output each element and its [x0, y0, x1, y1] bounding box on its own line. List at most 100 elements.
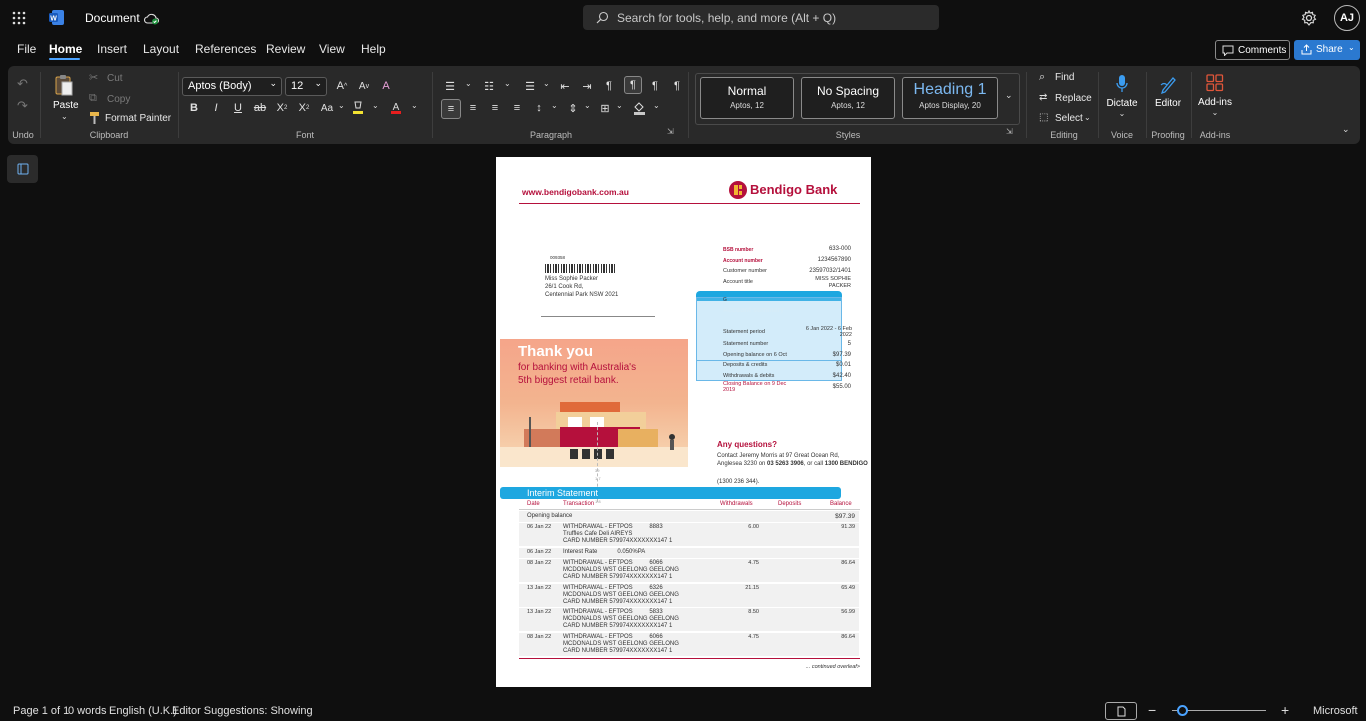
show-marks-icon[interactable]: ¶: [668, 77, 686, 95]
chevron-down-icon[interactable]: ⌄: [338, 101, 345, 110]
borders-icon[interactable]: ⊞: [596, 99, 614, 117]
rtl-icon[interactable]: ¶: [624, 76, 642, 94]
add-ins-label: Add-ins: [1198, 97, 1232, 108]
redo-icon[interactable]: ↷: [17, 98, 28, 114]
promo-banner: Thank you for banking with Australia's 5…: [500, 339, 688, 467]
chevron-down-icon[interactable]: ⌄: [616, 101, 623, 110]
replace-label[interactable]: Replace: [1055, 93, 1092, 104]
bold-icon[interactable]: B: [185, 99, 203, 117]
paste-button[interactable]: Paste ⌄: [48, 72, 80, 128]
chevron-down-icon[interactable]: ⌄: [504, 79, 511, 88]
increase-indent-icon[interactable]: ⇥: [578, 77, 596, 95]
style-no-spacing[interactable]: No Spacing Aptos, 12: [801, 77, 895, 119]
dialog-launcher-icon[interactable]: ⇲: [667, 127, 674, 136]
menu-references[interactable]: References: [195, 42, 256, 56]
menu-insert[interactable]: Insert: [97, 42, 127, 56]
comments-button[interactable]: Comments: [1215, 40, 1290, 60]
change-case-icon[interactable]: Aa: [318, 99, 336, 117]
line-spacing-icon[interactable]: ↕: [530, 99, 548, 117]
chevron-down-icon[interactable]: ⌄: [653, 101, 660, 110]
copy-label[interactable]: Copy: [107, 94, 130, 105]
document-page[interactable]: www.bendigobank.com.au Bendigo Bank 0093…: [496, 157, 871, 687]
shrink-font-icon[interactable]: Av: [355, 77, 373, 95]
align-left-icon[interactable]: ≡: [441, 99, 461, 119]
highlight-icon[interactable]: [349, 99, 367, 117]
withdrawals-label: Withdrawals & debits: [723, 373, 775, 379]
clear-formatting-icon[interactable]: A: [377, 77, 395, 95]
numbering-icon[interactable]: ☷: [480, 77, 498, 95]
italic-icon[interactable]: I: [207, 99, 225, 117]
user-avatar[interactable]: AJ: [1334, 5, 1360, 31]
app-launcher-icon[interactable]: [11, 10, 27, 26]
strikethrough-icon[interactable]: ab: [251, 99, 269, 117]
underline-icon[interactable]: U: [229, 99, 247, 117]
chevron-down-icon[interactable]: ⌄: [551, 101, 558, 110]
document-title[interactable]: Document: [85, 11, 140, 25]
paragraph-spacing-icon[interactable]: ⇕: [564, 99, 582, 117]
undo-icon[interactable]: ↶: [17, 76, 28, 92]
col-date: Date: [527, 501, 540, 507]
menu-file[interactable]: File: [17, 42, 36, 56]
format-painter-icon[interactable]: [89, 112, 100, 127]
justify-icon[interactable]: ≡: [508, 99, 526, 117]
copy-icon[interactable]: ⧉: [89, 92, 97, 105]
sort-icon[interactable]: ¶: [646, 77, 664, 95]
zoom-label[interactable]: Microsoft: [1313, 705, 1358, 717]
zoom-slider-thumb[interactable]: [1177, 705, 1188, 716]
decrease-indent-icon[interactable]: ⇤: [556, 77, 574, 95]
chevron-down-icon[interactable]: ⌄: [372, 101, 379, 110]
share-button[interactable]: Share ⌄: [1294, 40, 1360, 60]
align-right-icon[interactable]: ≡: [486, 99, 504, 117]
navigation-pane-button[interactable]: [7, 155, 38, 183]
settings-gear-icon[interactable]: [1300, 9, 1318, 27]
ribbon-collapse-icon[interactable]: ⌄: [1342, 124, 1350, 135]
chevron-down-icon[interactable]: ⌄: [465, 79, 472, 88]
separator: [1098, 72, 1099, 138]
chevron-down-icon[interactable]: ⌄: [411, 101, 418, 110]
format-painter-label[interactable]: Format Painter: [105, 113, 171, 124]
bullets-icon[interactable]: ☰: [441, 77, 459, 95]
ltr-icon[interactable]: ¶: [600, 77, 618, 95]
menu-view[interactable]: View: [319, 42, 345, 56]
menu-layout[interactable]: Layout: [143, 42, 179, 56]
subscript-icon[interactable]: X2: [273, 99, 291, 117]
editor-suggestions[interactable]: Editor Suggestions: Showing: [172, 705, 313, 717]
zoom-in-icon[interactable]: +: [1281, 702, 1289, 718]
print-layout-button[interactable]: [1105, 702, 1137, 720]
dialog-launcher-icon[interactable]: ⇲: [1006, 127, 1013, 136]
grow-font-icon[interactable]: A ^: [333, 77, 351, 95]
add-ins-button[interactable]: Add-ins ⌄: [1195, 72, 1235, 126]
menu-help[interactable]: Help: [361, 42, 386, 56]
font-size-dropdown[interactable]: 12 ⌄: [285, 77, 327, 96]
chevron-down-icon[interactable]: ⌄: [584, 101, 591, 110]
cut-label[interactable]: Cut: [107, 73, 123, 84]
multilevel-list-icon[interactable]: ☰: [521, 77, 539, 95]
language[interactable]: English (U.K.): [109, 705, 177, 717]
closing-balance-label: Closing Balance on 9 Dec 2019: [723, 381, 787, 393]
chevron-down-icon[interactable]: ⌄: [543, 79, 550, 88]
cut-icon[interactable]: ✂: [89, 71, 98, 84]
chevron-down-icon: ⌄: [269, 78, 277, 88]
styles-more-icon[interactable]: ⌄: [1005, 90, 1013, 101]
superscript-icon[interactable]: X2: [295, 99, 313, 117]
dictate-button[interactable]: Dictate ⌄: [1102, 72, 1142, 126]
shading-icon[interactable]: [630, 99, 648, 117]
select-icon[interactable]: ⬚: [1039, 112, 1048, 123]
word-count[interactable]: 0 words: [68, 705, 107, 717]
menu-review[interactable]: Review: [266, 42, 305, 56]
replace-icon[interactable]: ⇄: [1039, 92, 1047, 103]
row-transaction-line: CARD NUMBER 579974XXXXXXX147 1: [563, 647, 673, 654]
align-center-icon[interactable]: ≡: [464, 99, 482, 117]
style-normal[interactable]: Normal Aptos, 12: [700, 77, 794, 119]
page-count[interactable]: Page 1 of 1: [13, 705, 69, 717]
font-color-icon[interactable]: A: [387, 99, 405, 117]
style-heading-1[interactable]: Heading 1 Aptos Display, 20: [902, 77, 998, 119]
search-box[interactable]: Search for tools, help, and more (Alt + …: [583, 5, 939, 30]
font-name-dropdown[interactable]: Aptos (Body) ⌄: [182, 77, 282, 96]
find-label[interactable]: Find: [1055, 72, 1074, 83]
editor-button[interactable]: Editor: [1150, 72, 1186, 112]
find-icon[interactable]: ⌕: [1039, 71, 1045, 84]
zoom-out-icon[interactable]: −: [1148, 702, 1156, 718]
select-label[interactable]: Select: [1055, 113, 1083, 124]
menu-home[interactable]: Home: [49, 42, 82, 56]
